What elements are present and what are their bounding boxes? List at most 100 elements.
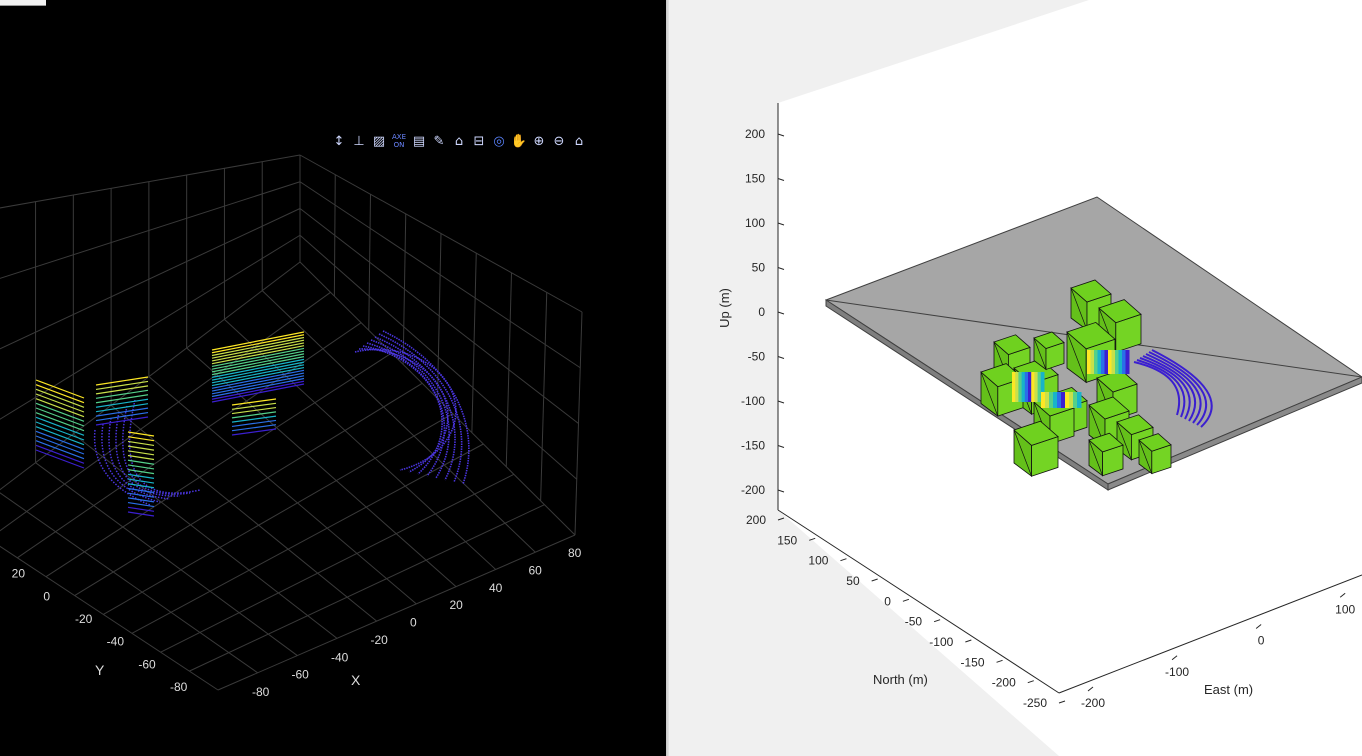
lidar-hits-north <box>1104 350 1109 374</box>
wall-points-a <box>35 388 85 408</box>
floor-gridline <box>73 433 338 639</box>
y-tick-label: -40 <box>107 635 125 649</box>
brush-icon[interactable]: ✎ <box>430 133 448 151</box>
wall-points-b <box>95 385 149 395</box>
lidar-hits-west <box>1021 372 1026 402</box>
wall-points-d <box>211 339 305 359</box>
hatch-icon[interactable]: ▨ <box>370 133 388 151</box>
zoom-in-icon[interactable]: ⊕ <box>530 133 548 151</box>
z-tick-label: -200 <box>741 483 765 497</box>
wall-points-c <box>127 478 155 484</box>
y-tick-label: -80 <box>170 680 188 694</box>
z-tick-label: -100 <box>741 394 765 408</box>
wall-gridline <box>0 234 301 420</box>
clip-icon[interactable]: ⌂ <box>450 133 468 151</box>
east-axis-label: East (m) <box>1204 682 1253 697</box>
north-tick-label: 150 <box>777 533 797 547</box>
lidar-hits-north <box>1097 350 1102 374</box>
lidar-hits-south <box>1061 392 1066 408</box>
floor-gridline <box>0 291 331 532</box>
wall-points-a <box>35 435 85 455</box>
y-tick-label: -20 <box>75 612 93 626</box>
wall-points-d <box>211 366 305 387</box>
wall-points-d <box>211 347 305 368</box>
wall-points-d <box>211 342 305 362</box>
wall-points-c <box>127 450 155 456</box>
pointcloud-axes[interactable]: -80-60-40-20020406080X-80-60-40-2002040Y <box>0 0 666 756</box>
north-tick-label: -150 <box>961 655 985 669</box>
wall-points-a <box>35 412 85 432</box>
wall-points-d <box>211 375 305 395</box>
east-tick-label: -200 <box>1081 696 1105 710</box>
wall-points-a <box>35 444 85 464</box>
lidar-hits-north <box>1111 350 1116 374</box>
floor-gridline <box>110 404 377 622</box>
zoom-out-icon[interactable]: ⊖ <box>550 133 568 151</box>
wall-gridline <box>299 181 581 369</box>
ground-ring-points <box>374 336 456 481</box>
wall-points-d <box>211 331 305 351</box>
lidar-hits-west <box>1037 372 1042 402</box>
wall-points-d <box>211 377 305 398</box>
wall-points-a <box>35 426 85 446</box>
north-tick-label: -200 <box>992 676 1016 690</box>
east-tick-label: 0 <box>1258 634 1265 648</box>
wall-points-a <box>35 398 85 418</box>
wall-points-d <box>211 353 305 373</box>
lidar-hits-north <box>1101 350 1105 374</box>
wall-points-b <box>95 416 149 426</box>
lidar-pointcloud-plot[interactable]: -80-60-40-20020406080X-80-60-40-2002040Y… <box>0 0 666 756</box>
north-tick <box>777 517 785 521</box>
east-tick-label: -100 <box>1165 665 1189 679</box>
ground-ring-points <box>382 330 470 485</box>
x-tick-label: 20 <box>450 598 464 612</box>
x-tick-label: -80 <box>252 685 270 699</box>
x-tick-label: 40 <box>489 581 503 595</box>
lidar-hits-north <box>1118 350 1123 374</box>
wall-points-c <box>127 454 155 461</box>
floor-gridline <box>0 492 258 674</box>
datatip-icon[interactable]: ↕ <box>330 133 348 151</box>
wall-points-a <box>35 449 85 469</box>
home-icon[interactable]: ⌂ <box>570 133 588 151</box>
wall-points-b <box>95 394 149 404</box>
lidar-hits-south <box>1069 392 1074 408</box>
z-tick-label: -150 <box>741 439 765 453</box>
wall-points-a <box>35 384 85 404</box>
lidar-hits-north <box>1094 350 1098 374</box>
x-tick-label: 60 <box>529 563 543 577</box>
x-tick-label: -20 <box>371 633 389 647</box>
axes-icon[interactable]: ⊥ <box>350 133 368 151</box>
wall-points-d <box>211 336 305 357</box>
wall-points-d <box>211 345 305 365</box>
select-icon[interactable]: ▤ <box>410 133 428 151</box>
x-tick-label: 0 <box>410 616 417 630</box>
z-axis-label: Up (m) <box>717 288 732 328</box>
lidar-hits-west <box>1031 372 1035 402</box>
scenario-3d-plot[interactable]: 200 150 100 50 0 -50 -100 -150 -200 Up (m) 200 150 1… <box>669 0 1362 756</box>
wall-points-d <box>211 356 305 376</box>
wall-points-b <box>95 407 149 417</box>
wall-points-b <box>95 398 149 408</box>
y-axis-label: Y <box>95 662 105 678</box>
y-tick-label: -60 <box>138 657 156 671</box>
x-tick-label: 80 <box>568 546 582 560</box>
floor-gridline <box>261 290 536 553</box>
floor-gridline <box>160 473 515 653</box>
wall-gridline <box>0 208 301 350</box>
wall-edge <box>0 154 301 209</box>
floor-gridline <box>35 462 298 656</box>
scenario-axes[interactable]: 200 150 100 50 0 -50 -100 -150 -200 Up (m) 200 150 1… <box>669 0 1362 756</box>
colorbar-icon[interactable]: ⊟ <box>470 133 488 151</box>
rotate-icon[interactable]: ◎ <box>490 133 508 151</box>
pan-icon[interactable]: ✋ <box>510 133 528 151</box>
x-tick-label: -40 <box>331 650 349 664</box>
lidar-hits-west <box>1012 372 1016 402</box>
lidar-hits-west <box>1018 372 1023 402</box>
axes-on-icon[interactable]: AXE ON <box>390 133 408 151</box>
floor-gridline <box>17 322 362 559</box>
wall-points-b <box>95 403 149 413</box>
lidar-hits-south <box>1045 392 1050 408</box>
lidar-hits-north <box>1122 350 1126 374</box>
x-axis-label: X <box>351 672 361 688</box>
